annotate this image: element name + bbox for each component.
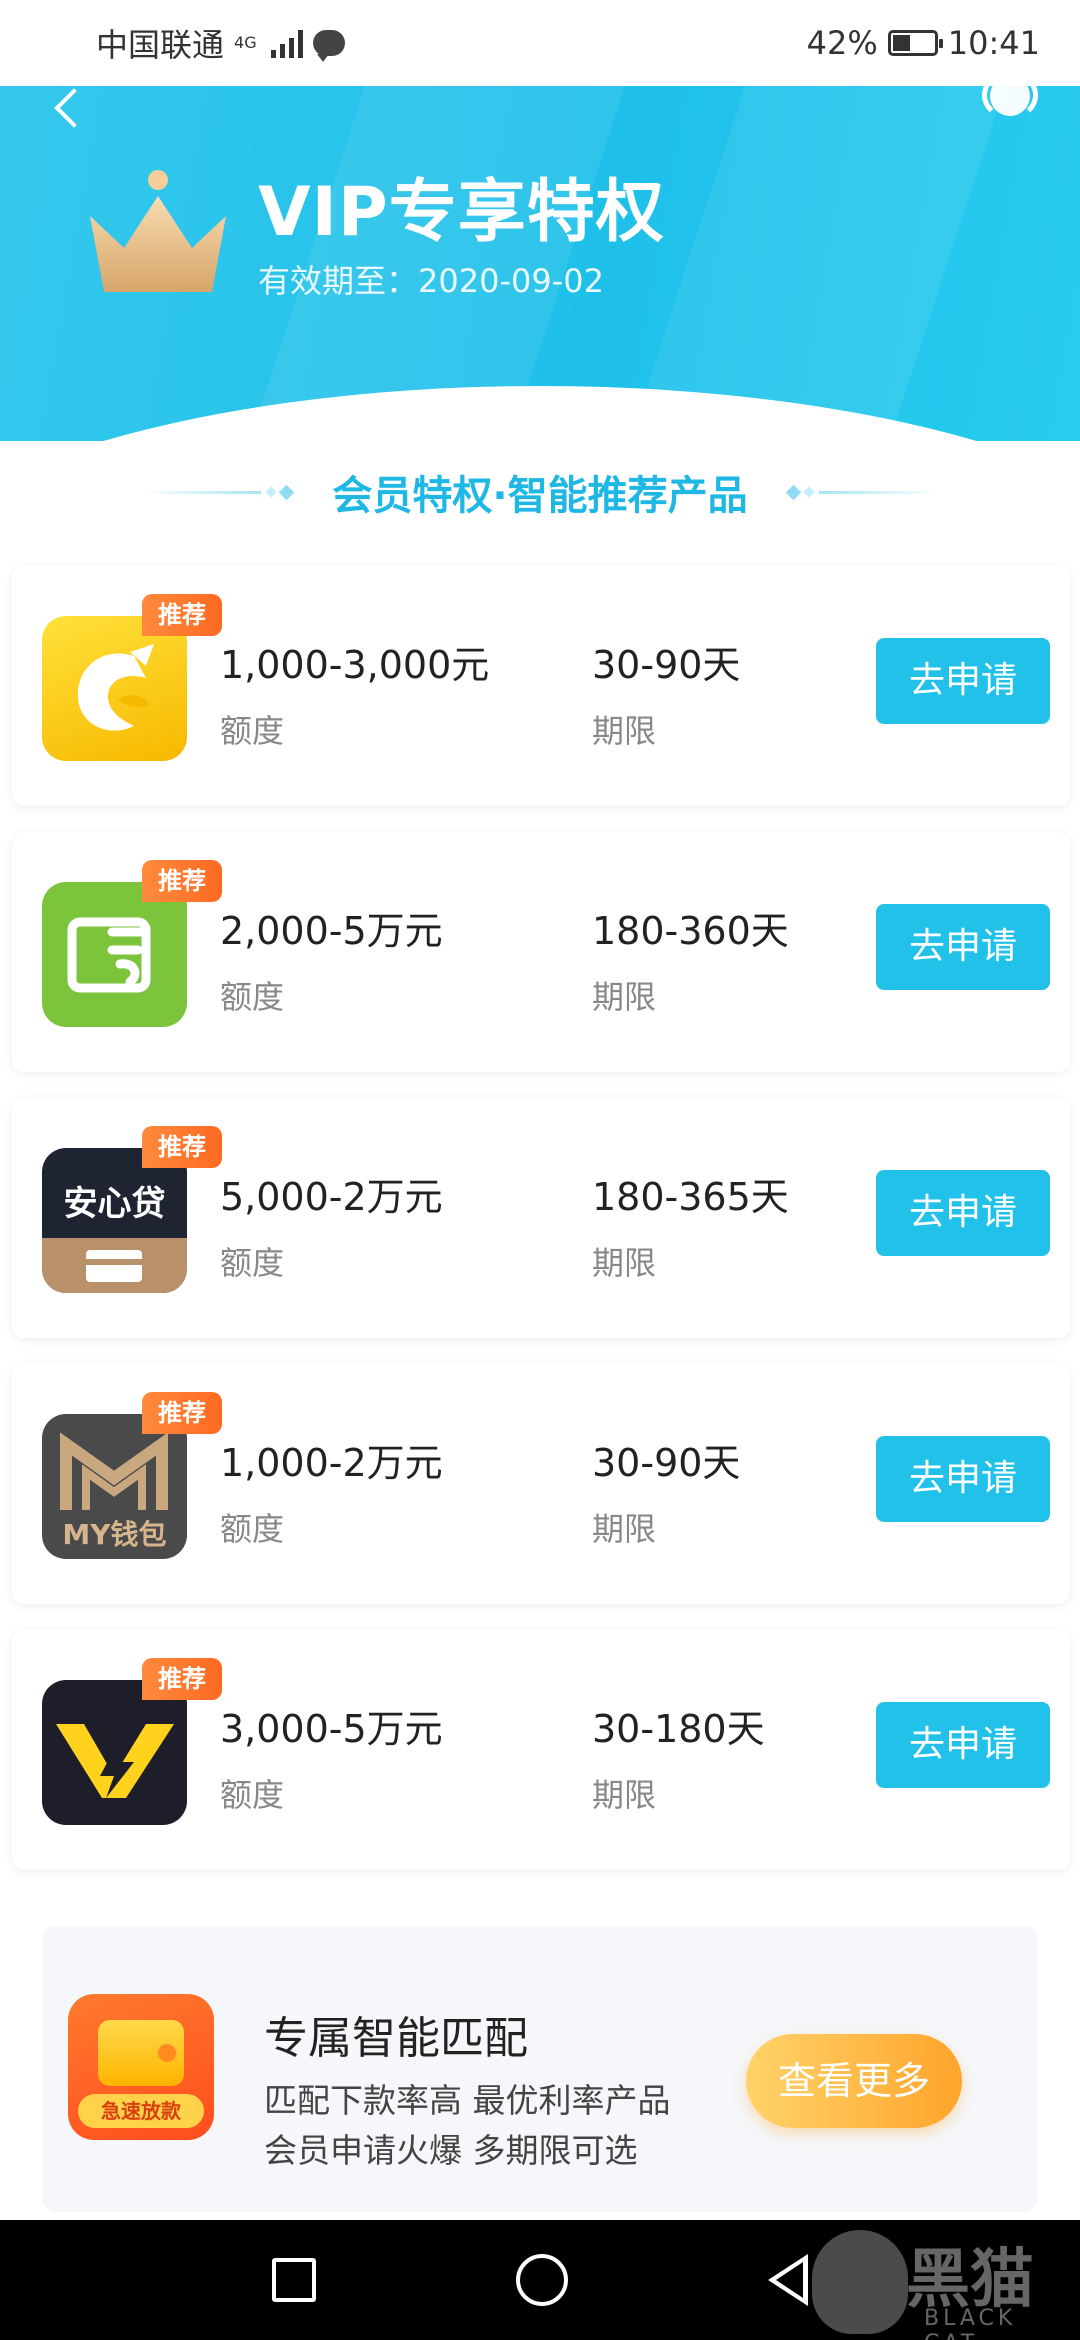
- v-lightning-app-icon: [42, 1680, 187, 1825]
- term-range: 180-365天: [592, 1175, 789, 1219]
- anxindai-app-icon: 安心贷: [42, 1148, 187, 1293]
- apply-button[interactable]: 去申请: [876, 1702, 1050, 1788]
- amount-label: 额度: [220, 1510, 285, 1548]
- clock: 10:41: [947, 24, 1040, 62]
- amount-range: 5,000-2万元: [220, 1175, 443, 1219]
- product-card[interactable]: 推荐 3,000-5万元 额度 30-180天 期限 去申请: [12, 1630, 1070, 1870]
- wallet-icon: [98, 2020, 184, 2086]
- wallet-app-icon: 急速放款: [68, 1994, 214, 2140]
- my-wallet-app-icon: MY钱包: [42, 1414, 187, 1559]
- status-bar: 中国联通 4G 42% 10:41: [0, 0, 1080, 86]
- message-icon: [312, 30, 345, 62]
- apply-button[interactable]: 去申请: [876, 638, 1050, 724]
- watermark: 黑猫 BLACK CAT: [806, 2224, 1076, 2340]
- term-range: 180-360天: [592, 909, 789, 953]
- product-card[interactable]: 安心贷 推荐 5,000-2万元 额度 180-365天 期限 去申请: [12, 1098, 1070, 1338]
- vip-title: VIP专享特权: [258, 173, 665, 252]
- fast-loan-tag: 急速放款: [78, 2094, 204, 2128]
- apply-button[interactable]: 去申请: [876, 1170, 1050, 1256]
- term-label: 期限: [592, 1244, 657, 1282]
- term-range: 30-180天: [592, 1707, 765, 1751]
- amount-range: 1,000-2万元: [220, 1441, 443, 1485]
- smart-match-panel[interactable]: 急速放款 专属智能匹配 匹配下款率高 最优利率产品 会员申请火爆 多期限可选 查…: [42, 1926, 1038, 2212]
- product-card[interactable]: MY钱包 推荐 1,000-2万元 额度 30-90天 期限 去申请: [12, 1364, 1070, 1604]
- header-curve: [0, 386, 1080, 441]
- black-cat-logo-icon: [812, 2230, 908, 2334]
- vip-validity: 有效期至：2020-09-02: [258, 262, 604, 300]
- term-label: 期限: [592, 978, 657, 1016]
- apply-button[interactable]: 去申请: [876, 1436, 1050, 1522]
- header-stripe: [598, 86, 1022, 441]
- section-title: 会员特权·智能推荐产品: [0, 462, 1080, 522]
- term-label: 期限: [592, 1776, 657, 1814]
- amount-range: 2,000-5万元: [220, 909, 443, 953]
- carrier-name: 中国联通: [96, 26, 225, 64]
- watermark-subtext: BLACK CAT: [924, 2306, 1017, 2340]
- battery-icon: [887, 30, 943, 56]
- title-decoration-right: [785, 484, 939, 500]
- vip-header: VIP专享特权 有效期至：2020-09-02: [0, 86, 1080, 441]
- status-right: 42% 10:41: [807, 24, 1040, 62]
- amount-label: 额度: [220, 712, 285, 750]
- view-more-button[interactable]: 查看更多: [746, 2034, 962, 2128]
- amount-label: 额度: [220, 1776, 285, 1814]
- back-icon[interactable]: [54, 88, 94, 128]
- signal-icon: [270, 28, 303, 58]
- green-card-app-icon: [42, 882, 187, 1027]
- home-button[interactable]: [516, 2254, 568, 2306]
- term-range: 30-90天: [592, 643, 741, 687]
- amount-label: 额度: [220, 978, 285, 1016]
- amount-range: 3,000-5万元: [220, 1707, 443, 1751]
- recommend-badge: 推荐: [142, 594, 222, 636]
- match-description-2: 会员申请火爆 多期限可选: [264, 2131, 638, 2170]
- recent-apps-button[interactable]: [272, 2258, 316, 2302]
- amount-label: 额度: [220, 1244, 285, 1282]
- my-wallet-logo-text: MY钱包: [62, 1518, 167, 1551]
- title-decoration-left: [141, 484, 295, 500]
- anxindai-logo-text: 安心贷: [63, 1184, 166, 1224]
- term-range: 30-90天: [592, 1441, 741, 1485]
- recommend-badge: 推荐: [142, 1392, 222, 1434]
- recommend-badge: 推荐: [142, 1126, 222, 1168]
- recommend-badge: 推荐: [142, 1658, 222, 1700]
- recommend-badge: 推荐: [142, 860, 222, 902]
- product-card[interactable]: 推荐 2,000-5万元 额度 180-360天 期限 去申请: [12, 832, 1070, 1072]
- term-label: 期限: [592, 712, 657, 750]
- amount-range: 1,000-3,000元: [220, 643, 490, 687]
- back-button[interactable]: [768, 2254, 808, 2306]
- crown-icon: [90, 170, 226, 292]
- product-card[interactable]: 推荐 1,000-3,000元 额度 30-90天 期限 去申请: [12, 566, 1070, 806]
- match-title: 专属智能匹配: [264, 2013, 528, 2064]
- battery-percent: 42%: [806, 24, 878, 62]
- match-description-1: 匹配下款率高 最优利率产品: [264, 2081, 671, 2120]
- network-type: 4G: [234, 33, 257, 52]
- section-title-text: 会员特权·智能推荐产品: [332, 473, 748, 519]
- apply-button[interactable]: 去申请: [876, 904, 1050, 990]
- term-label: 期限: [592, 1510, 657, 1548]
- dragon-app-icon: [42, 616, 187, 761]
- status-left: 中国联通 4G: [96, 20, 345, 66]
- customer-service-icon[interactable]: [980, 86, 1040, 122]
